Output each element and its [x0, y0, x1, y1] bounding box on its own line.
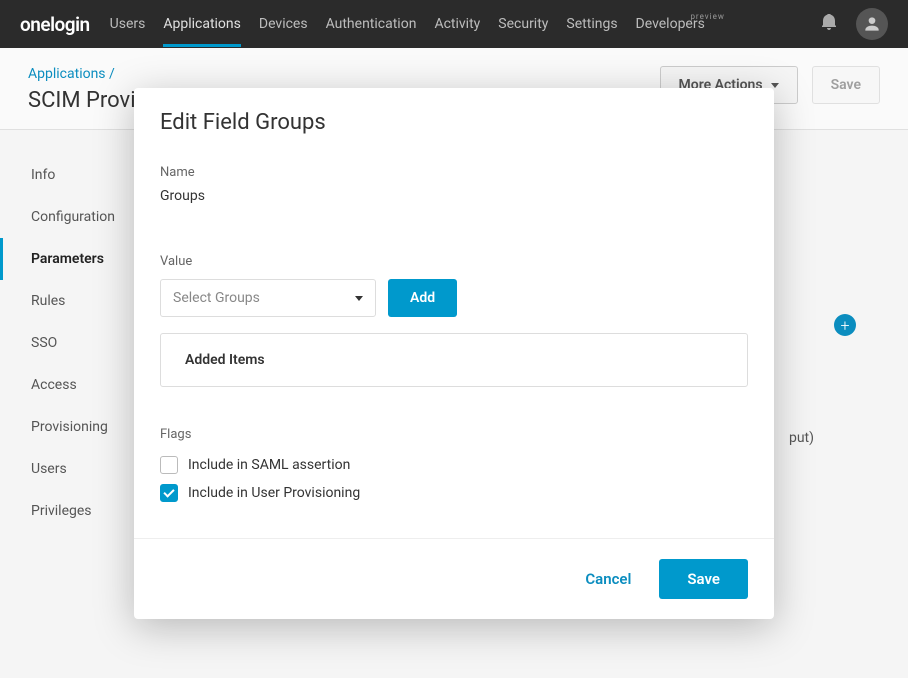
chevron-down-icon	[355, 296, 363, 301]
flag-saml-assertion: Include in SAML assertion	[160, 456, 748, 474]
added-items-box: Added Items	[160, 333, 748, 387]
add-group-button[interactable]: Add	[388, 279, 457, 317]
modal-body: Name Groups Value Select Groups Add Adde…	[134, 165, 774, 538]
checkbox-saml-assertion[interactable]	[160, 456, 178, 474]
flag-label: Include in SAML assertion	[188, 457, 350, 473]
flags-label: Flags	[160, 427, 748, 442]
name-value: Groups	[160, 188, 748, 204]
select-placeholder: Select Groups	[173, 290, 260, 306]
modal-overlay: Edit Field Groups Name Groups Value Sele…	[0, 0, 908, 678]
edit-field-groups-modal: Edit Field Groups Name Groups Value Sele…	[134, 88, 774, 619]
value-row: Select Groups Add	[160, 279, 748, 317]
modal-footer: Cancel Save	[134, 538, 774, 619]
groups-select[interactable]: Select Groups	[160, 279, 376, 317]
flags-section: Flags Include in SAML assertion Include …	[160, 427, 748, 502]
checkbox-user-provisioning[interactable]	[160, 484, 178, 502]
value-label: Value	[160, 254, 748, 269]
value-section: Value Select Groups Add Added Items	[160, 254, 748, 387]
modal-title: Edit Field Groups	[134, 88, 774, 165]
name-section: Name Groups	[160, 165, 748, 204]
cancel-button[interactable]: Cancel	[585, 570, 631, 588]
name-label: Name	[160, 165, 748, 180]
save-button[interactable]: Save	[659, 559, 748, 599]
flag-user-provisioning: Include in User Provisioning	[160, 484, 748, 502]
flag-label: Include in User Provisioning	[188, 485, 360, 501]
